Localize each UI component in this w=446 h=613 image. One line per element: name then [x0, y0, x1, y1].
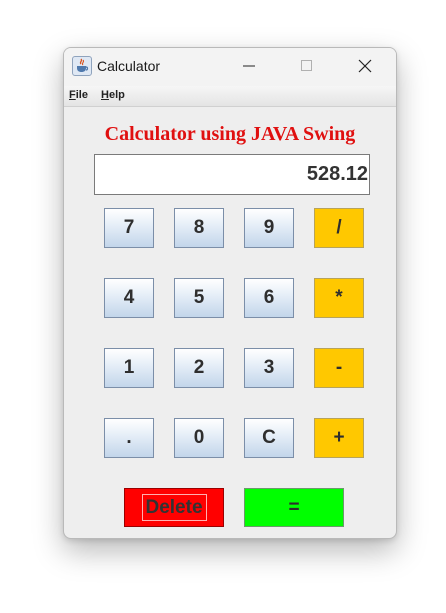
decimal-button[interactable]: . [104, 418, 154, 458]
title-bar[interactable]: Calculator [64, 48, 396, 86]
close-icon [358, 59, 372, 73]
menu-help[interactable]: Help [101, 89, 125, 101]
divide-button[interactable]: / [314, 208, 364, 248]
multiply-button[interactable]: * [314, 278, 364, 318]
key-3[interactable]: 3 [244, 348, 294, 388]
minimize-button[interactable] [226, 48, 272, 84]
key-0[interactable]: 0 [174, 418, 224, 458]
add-button[interactable]: + [314, 418, 364, 458]
menu-bar: File Help [64, 86, 396, 107]
equals-button[interactable]: = [244, 488, 344, 527]
subtract-button[interactable]: - [314, 348, 364, 388]
key-8[interactable]: 8 [174, 208, 224, 248]
key-5[interactable]: 5 [174, 278, 224, 318]
java-cup-icon [72, 56, 92, 76]
window-title: Calculator [97, 58, 161, 74]
key-6[interactable]: 6 [244, 278, 294, 318]
maximize-icon [301, 60, 312, 71]
key-7[interactable]: 7 [104, 208, 154, 248]
key-9[interactable]: 9 [244, 208, 294, 248]
delete-button[interactable]: Delete [124, 488, 224, 527]
clear-button[interactable]: C [244, 418, 294, 458]
calculator-window: Calculator File Help Calculator using JA… [63, 47, 397, 539]
app-heading: Calculator using JAVA Swing [104, 123, 356, 145]
menu-file[interactable]: File [69, 89, 88, 101]
key-1[interactable]: 1 [104, 348, 154, 388]
close-button[interactable] [342, 48, 388, 84]
display-field[interactable]: 528.12 [94, 154, 370, 195]
delete-label: Delete [145, 497, 203, 518]
key-2[interactable]: 2 [174, 348, 224, 388]
key-4[interactable]: 4 [104, 278, 154, 318]
maximize-button[interactable] [284, 48, 330, 84]
minimize-icon [243, 65, 255, 67]
